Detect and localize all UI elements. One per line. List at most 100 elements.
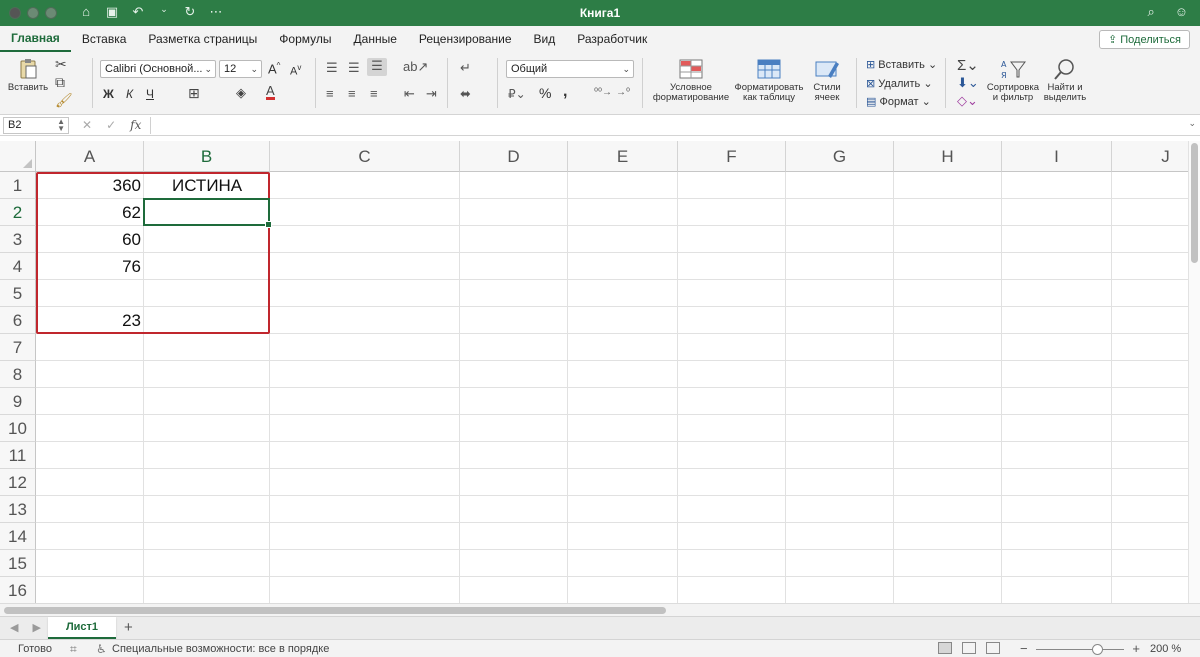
expand-formula-icon[interactable]: ⌄ (1188, 118, 1196, 129)
fill-icon[interactable]: ⬇⌄ (957, 75, 979, 91)
align-left-icon[interactable]: ≡ (326, 86, 334, 101)
name-box[interactable]: B2 ▲ ▼ (3, 117, 69, 134)
column-header-c[interactable]: C (270, 141, 460, 172)
column-header-d[interactable]: D (460, 141, 568, 172)
active-cell-cursor[interactable] (143, 198, 272, 228)
orientation-icon[interactable]: ab↗ (403, 59, 428, 75)
align-bottom-icon[interactable]: ☰ (367, 58, 387, 76)
insert-function-button[interactable]: fx (130, 118, 141, 132)
select-all-button[interactable] (0, 141, 36, 172)
vertical-scrollbar[interactable] (1188, 141, 1200, 603)
insert-cells-button[interactable]: ⊞ Вставить ⌄ (866, 58, 937, 71)
number-format-select[interactable]: Общий ⌄ (506, 60, 634, 78)
column-header-e[interactable]: E (568, 141, 678, 172)
percent-button[interactable]: % (539, 85, 551, 101)
font-size-select[interactable]: 12 ⌄ (219, 60, 262, 78)
add-sheet-icon[interactable]: + (124, 619, 133, 636)
wrap-text-icon[interactable]: ↵ (460, 60, 471, 76)
search-icon[interactable]: ⌕ (1147, 4, 1154, 20)
horizontal-scrollbar-thumb[interactable] (4, 607, 666, 614)
tab-page-layout[interactable]: Разметка страницы (137, 27, 268, 51)
grow-font-button[interactable]: A^ (268, 61, 280, 76)
column-header-f[interactable]: F (678, 141, 786, 172)
share-button[interactable]: ⇪ Поделиться (1098, 30, 1190, 49)
column-header-g[interactable]: G (786, 141, 894, 172)
row-header-16[interactable]: 16 (0, 577, 36, 603)
align-middle-icon[interactable]: ☰ (348, 60, 360, 76)
zoom-slider[interactable]: − + (1020, 641, 1140, 656)
zoom-level[interactable]: 200 % (1150, 643, 1181, 655)
zoom-in-icon[interactable]: + (1132, 641, 1140, 656)
comma-button[interactable]: , (563, 83, 567, 101)
decrease-decimal-icon[interactable]: →⁰ (616, 87, 630, 98)
macro-record-icon[interactable]: ⌗ (70, 642, 77, 657)
prev-sheet-icon[interactable]: ◀ (10, 621, 18, 634)
spreadsheet-grid[interactable]: A B C D E F G H I J 1 2 3 4 5 6 7 8 9 10 11 12 13 14 15 16 360 ИСТИ… (0, 141, 1188, 603)
row-header-14[interactable]: 14 (0, 523, 36, 550)
page-break-view-button[interactable] (986, 642, 1000, 654)
cut-icon[interactable]: ✂ (55, 56, 67, 73)
underline-button[interactable]: Ч (146, 87, 154, 101)
cancel-icon[interactable]: ✕ (82, 118, 92, 132)
sort-filter-button[interactable]: А Я Сортировка и фильтр (985, 58, 1041, 103)
formula-input[interactable] (158, 118, 1182, 133)
column-header-b[interactable]: B (144, 141, 270, 172)
increase-decimal-icon[interactable]: ⁰⁰→ (594, 87, 612, 98)
delete-cells-button[interactable]: ⊠ Удалить ⌄ (866, 77, 933, 90)
row-header-10[interactable]: 10 (0, 415, 36, 442)
cell-styles-button[interactable]: Стили ячеек (806, 58, 848, 103)
format-painter-icon[interactable]: 🖌 (55, 92, 73, 109)
tab-view[interactable]: Вид (523, 27, 567, 51)
font-color-button[interactable]: A (266, 84, 275, 100)
row-header-15[interactable]: 15 (0, 550, 36, 577)
align-right-icon[interactable]: ≡ (370, 86, 378, 101)
conditional-formatting-button[interactable]: Условное форматирование (652, 58, 730, 103)
normal-view-button[interactable] (938, 642, 952, 654)
paste-button[interactable]: Вставить (6, 58, 50, 93)
format-cells-button[interactable]: ▤ Формат ⌄ (866, 95, 931, 108)
font-name-select[interactable]: Calibri (Основной... ⌄ (100, 60, 216, 78)
row-header-13[interactable]: 13 (0, 496, 36, 523)
horizontal-scrollbar[interactable] (0, 603, 1200, 616)
row-header-5[interactable]: 5 (0, 280, 36, 307)
tab-home[interactable]: Главная (0, 26, 71, 52)
row-header-9[interactable]: 9 (0, 388, 36, 415)
row-header-8[interactable]: 8 (0, 361, 36, 388)
accessibility-icon[interactable]: ♿ (96, 642, 107, 656)
row-header-3[interactable]: 3 (0, 226, 36, 253)
accessibility-status[interactable]: Специальные возможности: все в порядке (112, 643, 329, 655)
decrease-indent-icon[interactable]: ⇤ (404, 86, 415, 102)
row-header-7[interactable]: 7 (0, 334, 36, 361)
clear-icon[interactable]: ◇⌄ (957, 93, 978, 109)
copy-icon[interactable]: ⧉ (55, 74, 65, 91)
shrink-font-button[interactable]: Av (290, 63, 301, 78)
row-header-1[interactable]: 1 (0, 172, 36, 199)
italic-button[interactable]: К (126, 87, 133, 101)
increase-indent-icon[interactable]: ⇥ (426, 86, 437, 102)
align-center-icon[interactable]: ≡ (348, 86, 356, 101)
vertical-scrollbar-thumb[interactable] (1191, 143, 1198, 263)
column-header-i[interactable]: I (1002, 141, 1112, 172)
accounting-format-icon[interactable]: ₽⌄ (508, 87, 526, 101)
column-header-h[interactable]: H (894, 141, 1002, 172)
tab-formulas[interactable]: Формулы (268, 27, 342, 51)
autosum-icon[interactable]: Σ⌄ (957, 56, 979, 74)
sheet-tab[interactable]: Лист1 (48, 617, 116, 639)
page-layout-view-button[interactable] (962, 642, 976, 654)
row-header-12[interactable]: 12 (0, 469, 36, 496)
tab-insert[interactable]: Вставка (71, 27, 138, 51)
row-header-4[interactable]: 4 (0, 253, 36, 280)
tab-developer[interactable]: Разработчик (566, 27, 658, 51)
row-header-11[interactable]: 11 (0, 442, 36, 469)
borders-icon[interactable]: ⊞ (188, 85, 200, 102)
next-sheet-icon[interactable]: ▶ (32, 621, 40, 634)
column-header-a[interactable]: A (36, 141, 144, 172)
align-top-icon[interactable]: ☰ (326, 60, 338, 76)
zoom-knob[interactable] (1092, 644, 1103, 655)
confirm-icon[interactable]: ✓ (106, 118, 116, 132)
name-box-stepper-icon[interactable]: ▲ ▼ (57, 118, 65, 133)
column-header-j[interactable]: J (1112, 141, 1188, 172)
emoji-icon[interactable]: ☺ (1175, 4, 1188, 20)
row-header-2[interactable]: 2 (0, 199, 36, 226)
fill-color-icon[interactable]: ◈ (236, 85, 246, 101)
